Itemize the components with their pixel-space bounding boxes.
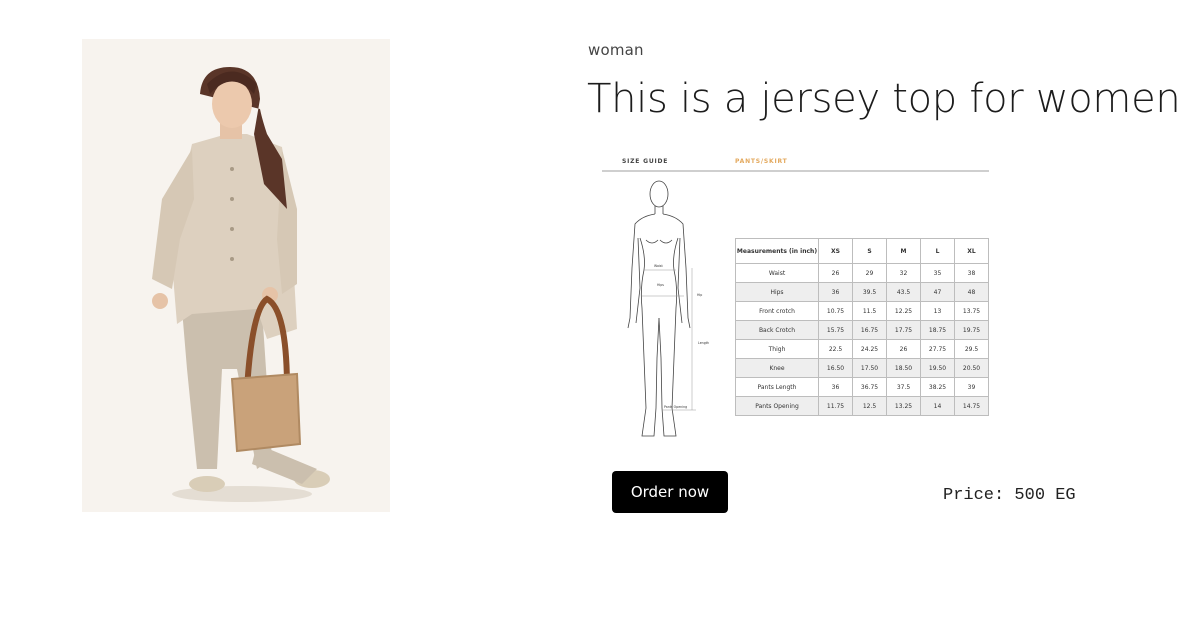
measurement-value: 26 <box>886 339 921 359</box>
column-header: M <box>886 238 921 264</box>
size-chart-row: Waist 26 29 32 35 38 <box>735 263 989 283</box>
measurement-value: 38.25 <box>920 377 955 397</box>
measurement-value: 19.75 <box>954 320 989 340</box>
product-price: Price: 500 EG <box>943 486 1076 505</box>
size-chart-table: Measurements (in inch) XS S M L XL Waist… <box>735 238 989 416</box>
measurement-value: 17.75 <box>886 320 921 340</box>
figure-label-waist: Waist <box>654 264 663 268</box>
column-header: XS <box>818 238 853 264</box>
measurement-value: 37.5 <box>886 377 921 397</box>
measurement-name: Pants Opening <box>735 396 819 416</box>
column-header: Measurements (in inch) <box>735 238 819 264</box>
column-header: L <box>920 238 955 264</box>
column-header: XL <box>954 238 989 264</box>
size-chart-row: Thigh 22.5 24.25 26 27.75 29.5 <box>735 339 989 359</box>
measurement-value: 22.5 <box>818 339 853 359</box>
product-photo <box>82 39 390 512</box>
measurement-value: 29 <box>852 263 887 283</box>
measurement-value: 11.5 <box>852 301 887 321</box>
measurement-value: 26 <box>818 263 853 283</box>
measurement-value: 14 <box>920 396 955 416</box>
size-guide-header: SIZE GUIDE <box>622 158 669 165</box>
measurement-value: 16.50 <box>818 358 853 378</box>
size-chart-row: Pants Opening 11.75 12.5 13.25 14 14.75 <box>735 396 989 416</box>
measurement-value: 27.75 <box>920 339 955 359</box>
figure-label-hips: Hips <box>657 283 664 287</box>
size-chart-row: Back Crotch 15.75 16.75 17.75 18.75 19.7… <box>735 320 989 340</box>
figure-label-length: Length <box>698 341 709 345</box>
measurement-value: 39 <box>954 377 989 397</box>
measurement-value: 12.5 <box>852 396 887 416</box>
woman-model-illustration <box>82 39 390 512</box>
order-now-button[interactable]: Order now <box>612 471 728 513</box>
size-chart-row: Pants Length 36 36.75 37.5 38.25 39 <box>735 377 989 397</box>
measurement-name: Front crotch <box>735 301 819 321</box>
measurement-name: Waist <box>735 263 819 283</box>
measurement-value: 19.50 <box>920 358 955 378</box>
figure-label-opening: Pants Opening <box>664 405 687 409</box>
measurement-value: 29.5 <box>954 339 989 359</box>
measurement-value: 47 <box>920 282 955 302</box>
measurement-value: 36 <box>818 377 853 397</box>
measurement-value: 17.50 <box>852 358 887 378</box>
measurement-value: 18.50 <box>886 358 921 378</box>
measurement-name: Thigh <box>735 339 819 359</box>
measurement-value: 24.25 <box>852 339 887 359</box>
measurement-value: 43.5 <box>886 282 921 302</box>
size-chart-row: Front crotch 10.75 11.5 12.25 13 13.75 <box>735 301 989 321</box>
measurement-value: 11.75 <box>818 396 853 416</box>
measurement-value: 18.75 <box>920 320 955 340</box>
product-category: woman <box>588 41 644 59</box>
measurement-value: 35 <box>920 263 955 283</box>
size-chart-row: Hips 36 39.5 43.5 47 48 <box>735 282 989 302</box>
size-guide-subheader: PANTS/SKIRT <box>735 158 788 165</box>
size-chart-header-row: Measurements (in inch) XS S M L XL <box>735 238 989 264</box>
measurement-value: 10.75 <box>818 301 853 321</box>
measurement-name: Hips <box>735 282 819 302</box>
size-chart-row: Knee 16.50 17.50 18.50 19.50 20.50 <box>735 358 989 378</box>
measurement-value: 32 <box>886 263 921 283</box>
measurement-name: Back Crotch <box>735 320 819 340</box>
measurement-value: 48 <box>954 282 989 302</box>
measurement-value: 20.50 <box>954 358 989 378</box>
measurement-value: 39.5 <box>852 282 887 302</box>
size-guide: SIZE GUIDE PANTS/SKIRT Waist Hips Hip Le… <box>598 150 992 446</box>
figure-label-hip: Hip <box>697 293 702 297</box>
measurement-value: 15.75 <box>818 320 853 340</box>
measurement-value: 16.75 <box>852 320 887 340</box>
measurement-value: 36.75 <box>852 377 887 397</box>
product-title: This is a jersey top for women. <box>587 76 1178 122</box>
measurement-value: 13.75 <box>954 301 989 321</box>
measurement-value: 36 <box>818 282 853 302</box>
column-header: S <box>852 238 887 264</box>
measurement-name: Pants Length <box>735 377 819 397</box>
size-guide-divider <box>602 170 989 172</box>
body-measurement-figure: Waist Hips Hip Length Pants Opening <box>627 180 709 437</box>
measurement-value: 13.25 <box>886 396 921 416</box>
measurement-value: 14.75 <box>954 396 989 416</box>
measurement-value: 38 <box>954 263 989 283</box>
measurement-value: 13 <box>920 301 955 321</box>
measurement-value: 12.25 <box>886 301 921 321</box>
measurement-name: Knee <box>735 358 819 378</box>
